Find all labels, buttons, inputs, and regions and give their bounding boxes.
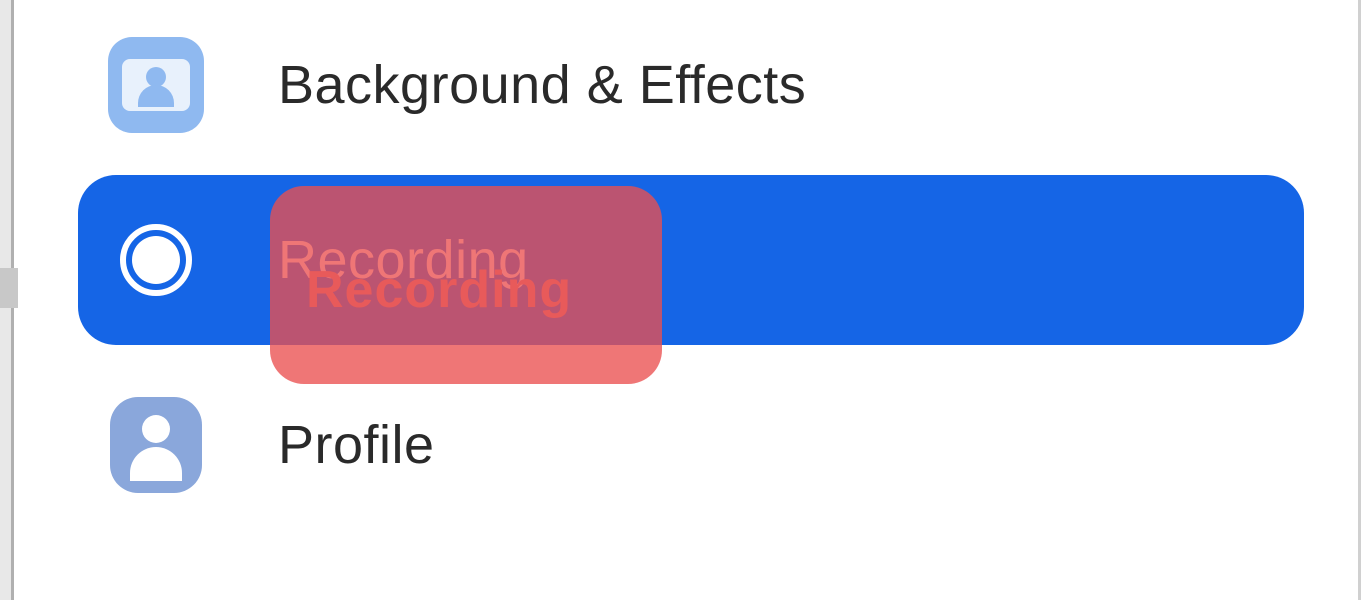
sidebar-item-profile[interactable]: Profile xyxy=(78,360,1304,530)
window-edge-tab xyxy=(0,268,18,308)
sidebar-item-recording[interactable]: Recording xyxy=(78,175,1304,345)
settings-sidebar: Background & Effects Recording Profile xyxy=(30,0,1352,600)
record-icon xyxy=(106,210,206,310)
sidebar-item-label: Profile xyxy=(278,414,435,476)
sidebar-item-label: Recording xyxy=(278,229,529,291)
background-effects-icon xyxy=(106,35,206,135)
profile-icon xyxy=(106,395,206,495)
sidebar-item-label: Background & Effects xyxy=(278,54,806,116)
window-border-right xyxy=(1358,0,1366,600)
sidebar-item-background-effects[interactable]: Background & Effects xyxy=(78,10,1304,160)
